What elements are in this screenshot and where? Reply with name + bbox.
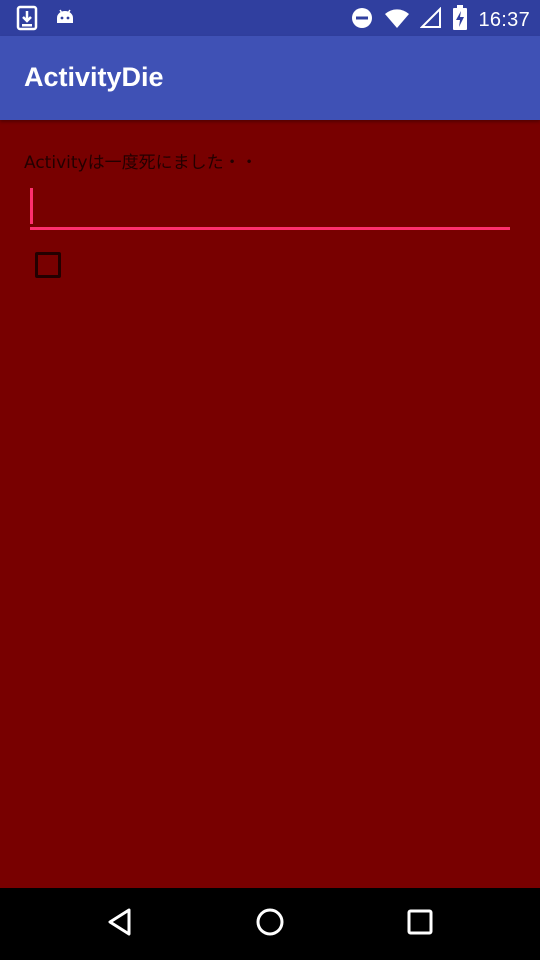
signal-icon (420, 6, 442, 33)
android-icon (54, 5, 76, 35)
text-cursor (30, 188, 33, 224)
wifi-icon (384, 7, 410, 33)
recents-icon (406, 908, 434, 940)
battery-charging-icon (452, 5, 468, 35)
status-right-icons: 16:37 (350, 5, 530, 35)
activity-died-message: Activityは一度死にました・・ (24, 153, 258, 173)
checkbox[interactable] (35, 252, 61, 278)
status-bar: 16:37 (0, 0, 540, 36)
main-content: Activityは一度死にました・・ (0, 120, 540, 888)
back-button[interactable] (96, 900, 144, 948)
home-icon (255, 907, 285, 941)
home-button[interactable] (246, 900, 294, 948)
status-left-icons (16, 5, 76, 35)
recents-button[interactable] (396, 900, 444, 948)
back-icon (105, 907, 135, 941)
do-not-disturb-icon (350, 6, 374, 34)
app-bar: ActivityDie (0, 36, 540, 120)
text-input[interactable] (30, 184, 510, 230)
app-title: ActivityDie (24, 62, 164, 92)
download-icon (16, 5, 38, 35)
status-time: 16:37 (478, 8, 530, 31)
navigation-bar (0, 888, 540, 960)
